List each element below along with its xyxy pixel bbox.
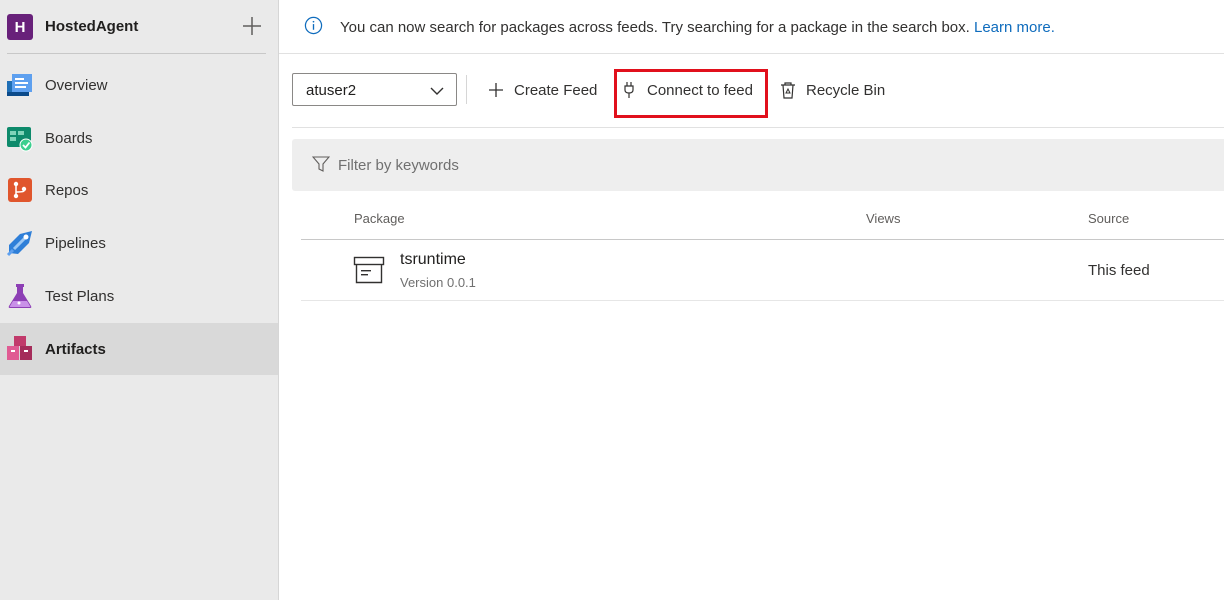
sidebar-item-label: Repos xyxy=(45,181,89,199)
recycle-bin-icon xyxy=(781,82,795,99)
filter-input[interactable] xyxy=(338,151,938,179)
boards-icon xyxy=(7,127,33,152)
sidebar-item-test-plans[interactable]: Test Plans xyxy=(0,270,278,322)
sidebar-item-label: Pipelines xyxy=(45,234,106,252)
highlight-annotation-box xyxy=(614,69,768,118)
overview-icon xyxy=(7,74,32,96)
sidebar-item-overview[interactable]: Overview xyxy=(0,59,278,111)
toolbar-divider xyxy=(466,75,467,104)
sidebar-item-label: Overview xyxy=(45,76,108,94)
test-plans-icon xyxy=(8,284,32,308)
repos-icon xyxy=(8,178,32,202)
info-icon xyxy=(304,16,323,35)
filter-icon xyxy=(312,156,330,172)
info-banner: You can now search for packages across f… xyxy=(279,0,1224,54)
plus-icon xyxy=(489,83,503,97)
recycle-bin-label: Recycle Bin xyxy=(806,81,886,99)
banner-message: You can now search for packages across f… xyxy=(340,19,970,36)
sidebar-item-pipelines[interactable]: Pipelines xyxy=(0,217,278,269)
package-name[interactable]: tsruntime xyxy=(400,251,466,269)
project-avatar[interactable]: H xyxy=(7,14,33,40)
sidebar-item-boards[interactable]: Boards xyxy=(0,112,278,164)
package-version: Version 0.0.1 xyxy=(400,275,476,290)
sidebar-item-artifacts[interactable]: Artifacts xyxy=(0,323,278,375)
column-header-package[interactable]: Package xyxy=(354,211,405,226)
sidebar: H HostedAgent Overview Boards Repos Pipe… xyxy=(0,0,279,600)
artifacts-icon xyxy=(7,336,32,360)
package-icon xyxy=(353,256,385,284)
project-header: H HostedAgent xyxy=(0,0,279,54)
divider xyxy=(292,127,1224,128)
table-row[interactable]: tsruntime Version 0.0.1 This feed xyxy=(301,240,1224,301)
project-name[interactable]: HostedAgent xyxy=(45,18,138,35)
sidebar-item-label: Artifacts xyxy=(45,340,106,358)
plus-icon[interactable] xyxy=(240,14,264,38)
recycle-bin-button[interactable]: Recycle Bin xyxy=(779,76,885,104)
create-feed-label: Create Feed xyxy=(514,81,598,99)
chevron-down-icon xyxy=(430,87,444,95)
column-header-views[interactable]: Views xyxy=(866,211,900,226)
divider xyxy=(7,53,266,54)
feed-dropdown[interactable]: atuser2 xyxy=(292,73,457,106)
create-feed-button[interactable]: Create Feed xyxy=(487,76,597,104)
filter-bar xyxy=(292,139,1224,191)
package-source: This feed xyxy=(1088,262,1150,279)
banner-text: You can now search for packages across f… xyxy=(340,19,1055,36)
sidebar-item-label: Test Plans xyxy=(45,287,115,305)
learn-more-link[interactable]: Learn more. xyxy=(974,19,1055,36)
column-header-source[interactable]: Source xyxy=(1088,211,1129,226)
sidebar-item-label: Boards xyxy=(45,129,93,147)
feed-dropdown-value: atuser2 xyxy=(306,82,357,99)
pipelines-icon xyxy=(6,231,32,257)
sidebar-item-repos[interactable]: Repos xyxy=(0,164,278,216)
